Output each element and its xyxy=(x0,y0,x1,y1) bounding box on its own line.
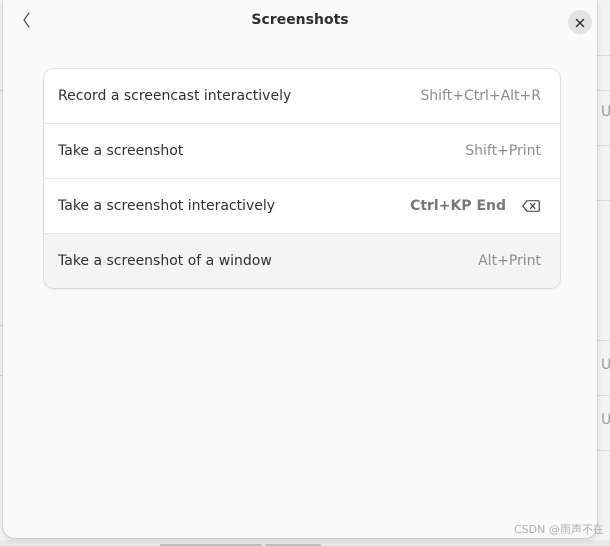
shortcut-label: Take a screenshot of a window xyxy=(58,253,272,269)
background-divider xyxy=(596,145,610,146)
shortcut-accelerator: Ctrl+KP End xyxy=(410,198,506,214)
background-text-fragment: ▁▁▁▁▁▁▁▁▁▁▁ ▁▁▁▁▁▁ xyxy=(160,532,321,546)
background-text-fragment: U xyxy=(601,104,610,120)
shortcut-accelerator: Shift+Print xyxy=(465,143,541,159)
shortcut-label: Take a screenshot xyxy=(58,143,184,159)
shortcut-list: Record a screencast interactively Shift+… xyxy=(44,69,560,288)
shortcut-accelerator: Alt+Print xyxy=(478,253,541,269)
backspace-icon[interactable] xyxy=(522,198,540,214)
shortcut-row-record-screencast[interactable]: Record a screencast interactively Shift+… xyxy=(44,69,560,124)
shortcut-row-take-screenshot[interactable]: Take a screenshot Shift+Print xyxy=(44,124,560,179)
dialog-title: Screenshots xyxy=(251,12,349,28)
shortcut-label: Record a screencast interactively xyxy=(58,88,292,104)
background-divider xyxy=(596,200,610,201)
background-divider xyxy=(596,395,610,396)
background-divider xyxy=(596,340,610,341)
dialog-header: Screenshots xyxy=(3,0,597,44)
background-divider xyxy=(596,450,610,451)
close-icon xyxy=(575,13,585,32)
watermark: CSDN @雨声不在 xyxy=(514,523,604,536)
background-divider xyxy=(596,90,610,91)
close-button[interactable] xyxy=(568,10,592,34)
shortcut-label: Take a screenshot interactively xyxy=(58,198,276,214)
background-text-fragment: U xyxy=(601,357,610,373)
background-divider xyxy=(596,55,610,56)
shortcut-row-screenshot-window[interactable]: Take a screenshot of a window Alt+Print xyxy=(44,234,560,288)
background-text-fragment: U xyxy=(601,412,610,428)
shortcuts-dialog: Screenshots Record a screencast interact… xyxy=(3,0,597,538)
shortcut-accelerator: Shift+Ctrl+Alt+R xyxy=(420,88,541,104)
shortcut-row-screenshot-interactively[interactable]: Take a screenshot interactively Ctrl+KP … xyxy=(44,179,560,234)
